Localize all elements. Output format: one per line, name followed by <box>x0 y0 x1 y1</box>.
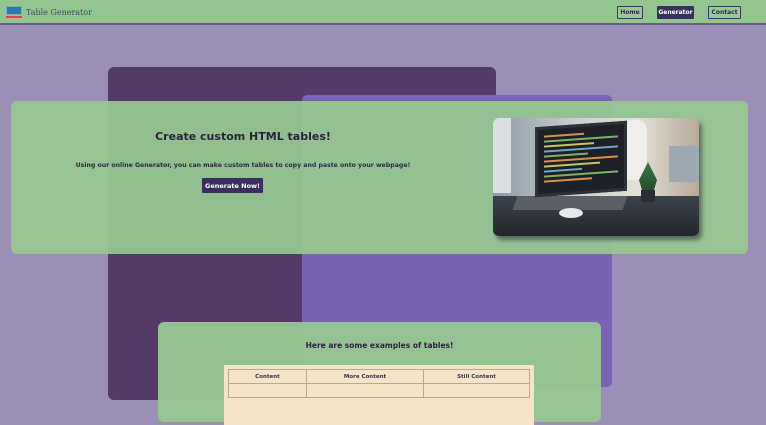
brand[interactable]: Table Generator <box>6 5 92 19</box>
nav-contact-button[interactable]: Contact <box>708 6 741 19</box>
table-logo-icon <box>6 6 22 18</box>
table-header-cell: Content <box>228 369 307 384</box>
table-cell <box>228 383 307 398</box>
generate-now-button[interactable]: Generate Now! <box>202 178 263 193</box>
example-table: Content More Content Still Content <box>228 369 530 398</box>
examples-title: Here are some examples of tables! <box>305 341 454 350</box>
mouse <box>559 208 583 218</box>
top-navbar: Table Generator Home Generator Contact <box>0 0 766 25</box>
hero-card: Create custom HTML tables! Using our onl… <box>11 101 748 254</box>
table-header-row: Content More Content Still Content <box>228 369 530 384</box>
table-header-cell: More Content <box>306 369 424 384</box>
nav-generator-button[interactable]: Generator <box>657 6 694 19</box>
table-header-cell: Still Content <box>423 369 530 384</box>
table-row <box>228 383 530 398</box>
brand-name: Table Generator <box>26 7 92 17</box>
laptop-screen <box>535 120 627 198</box>
hero-description: Using our online Generator, you can make… <box>75 162 411 169</box>
hero-title: Create custom HTML tables! <box>155 130 331 143</box>
table-cell <box>423 383 530 398</box>
examples-card: Here are some examples of tables! Conten… <box>158 322 601 425</box>
nav-home-button[interactable]: Home <box>617 6 643 19</box>
table-cell <box>306 383 424 398</box>
example-table-container: Content More Content Still Content <box>224 365 534 425</box>
laptop-photo <box>493 118 699 236</box>
